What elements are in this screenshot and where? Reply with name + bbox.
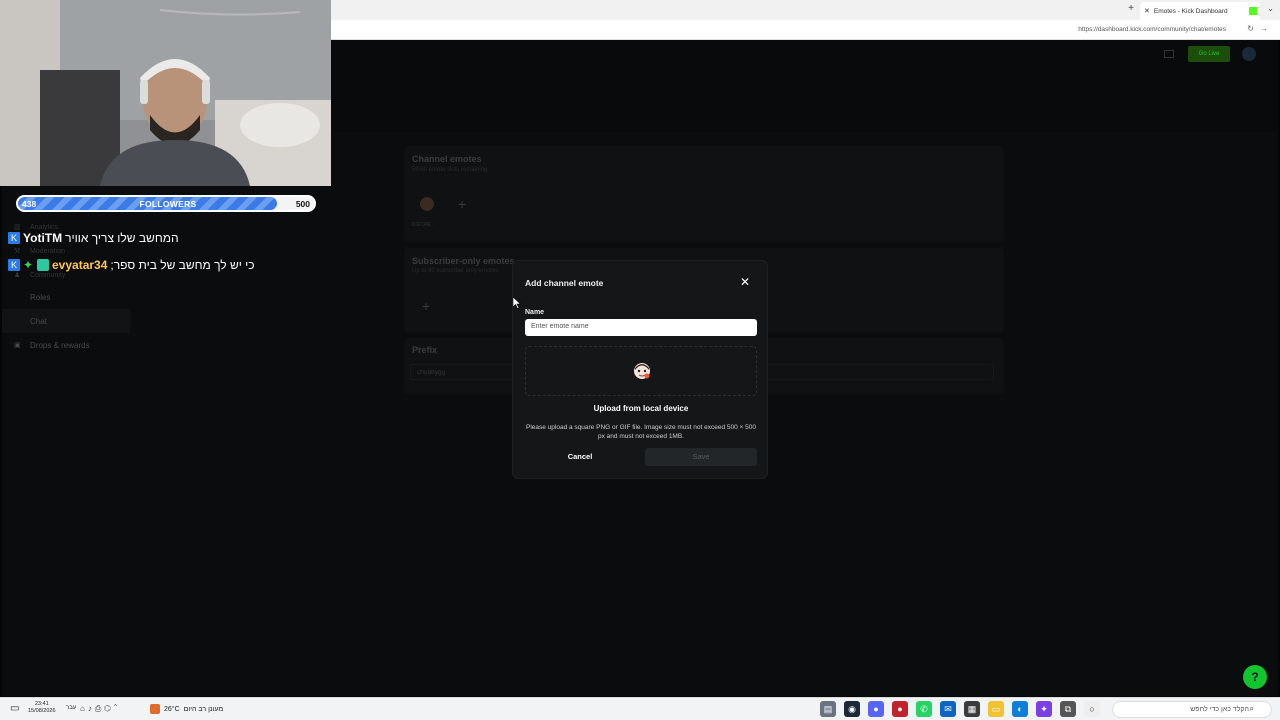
show-desktop-icon[interactable]: ▭ [10, 703, 19, 714]
add-emote-dialog: Add channel emote ✕ Name Enter emote nam… [512, 260, 768, 479]
sidebar-item-roles[interactable]: Roles [2, 285, 130, 309]
channel-emotes-title: Channel emotes [412, 154, 482, 164]
emote-preview-icon [634, 363, 650, 379]
upload-from-device-button[interactable]: Upload from local device [525, 400, 757, 417]
browser-tabbar: + ✕ Emotes - Kick Dashboard ⌄ [331, 0, 1280, 20]
chat-text: המחשב שלו צריך אוויר [65, 231, 179, 245]
steam-icon[interactable]: ◉ [844, 701, 860, 717]
name-label: Name [525, 309, 545, 316]
tab-menu-chevron-icon[interactable]: ⌄ [1267, 4, 1274, 13]
close-icon[interactable]: ✕ [740, 276, 750, 288]
weather-text: מעונן רב היום [183, 705, 224, 713]
chat-username: evyatar34 [52, 258, 108, 272]
webcam-feed [0, 0, 331, 186]
kick-badge-icon: K [8, 232, 20, 244]
task-view-icon[interactable]: ⧉ [1060, 701, 1076, 717]
moderation-icon: ⚒ [14, 248, 21, 255]
temperature: 26°C [164, 705, 180, 713]
weather-icon [150, 704, 160, 714]
sidebar-item-moderation[interactable]: ⚒ Moderation [2, 245, 130, 257]
edge-icon[interactable]: ◐ [1012, 701, 1028, 717]
followers-goal: 500 [295, 199, 310, 209]
close-tab-icon[interactable]: ✕ [1144, 7, 1150, 15]
whatsapp-icon[interactable]: ✆ [916, 701, 932, 717]
emote-thumbnail[interactable] [420, 197, 434, 211]
webcam-image [0, 0, 331, 186]
save-button[interactable]: Save [645, 448, 757, 466]
upload-help-text: Please upload a square PNG or GIF file. … [526, 424, 756, 440]
subscriber-badge-icon [37, 259, 49, 271]
system-tray-icons[interactable]: ⌂♪⎙⌬⌃ [80, 704, 120, 714]
chat-text: כי יש לך מחשב של בית ספר; [110, 258, 255, 272]
app-icon-copilot[interactable]: ✦ [1036, 701, 1052, 717]
new-tab-icon[interactable]: + [1128, 3, 1134, 14]
address-bar[interactable]: https://dashboard.kick.com/community/cha… [331, 20, 1280, 40]
chat-message: K YotiTM המחשב שלו צריך אוויר [8, 230, 179, 246]
app-icon-red[interactable]: ● [892, 701, 908, 717]
taskbar: ▭ 23:41 15/08/2026 עבר ⌂♪⎙⌬⌃ 26°C מעונן … [0, 697, 1280, 720]
go-live-button[interactable]: Go Live [1188, 46, 1230, 62]
gem-badge-icon: ✦ [23, 257, 34, 272]
screen: + ✕ Emotes - Kick Dashboard ⌄ https://da… [0, 0, 1280, 720]
taskbar-clock[interactable]: 23:41 15/08/2026 [28, 701, 56, 715]
add-channel-emote-icon[interactable]: + [458, 196, 466, 212]
gift-icon: ▣ [14, 342, 21, 349]
file-explorer-icon[interactable]: ▭ [988, 701, 1004, 717]
browser-tab[interactable]: ✕ Emotes - Kick Dashboard [1140, 2, 1260, 20]
emote-name-input[interactable]: Enter emote name [525, 319, 757, 336]
sidebar-item-drops[interactable]: ▣ Drops & rewards [2, 333, 130, 357]
upload-dropzone[interactable] [525, 346, 757, 396]
taskbar-search-input[interactable]: הקלד כאן כדי לחפש [1112, 701, 1272, 718]
kick-favicon-icon [1249, 7, 1257, 15]
prefix-title: Prefix [412, 345, 438, 355]
clock-date: 15/08/2026 [28, 708, 56, 714]
language-indicator[interactable]: עבר [66, 705, 76, 711]
dialog-title: Add channel emote [525, 278, 604, 288]
followers-label: FOLLOWERS [139, 199, 197, 209]
mail-icon[interactable]: ✉ [940, 701, 956, 717]
hdr-icon[interactable] [1164, 50, 1174, 58]
discord-icon[interactable]: ● [868, 701, 884, 717]
followers-goal-bar: 438 FOLLOWERS 500 [16, 195, 316, 212]
emote-caption: ICECRE... [412, 222, 436, 228]
cancel-button[interactable]: Cancel [525, 448, 635, 466]
avatar[interactable] [1242, 47, 1256, 61]
sidebar-item-chat[interactable]: Chat [2, 309, 130, 333]
store-icon[interactable]: ▦ [964, 701, 980, 717]
add-subscriber-emote-icon[interactable]: + [422, 298, 430, 314]
subscriber-emotes-subtitle: Up to 60 subscriber only emotes [412, 268, 499, 274]
clock-time: 23:41 [34, 701, 49, 707]
mouse-cursor-icon [513, 297, 521, 309]
subscriber-emotes-title: Subscriber-only emotes [412, 256, 515, 266]
channel-emotes-subtitle: 58/60 emote slots remaining [412, 167, 488, 173]
chat-username: YotiTM [23, 231, 63, 245]
kick-badge-icon: K [8, 259, 20, 271]
help-chat-button[interactable]: ? [1243, 665, 1267, 689]
cortana-icon[interactable]: ○ [1084, 701, 1100, 717]
reload-forward-icons[interactable]: ↻→ [1247, 24, 1274, 33]
channel-emotes-panel: Channel emotes 58/60 emote slots remaini… [404, 146, 1004, 242]
headset-icon: ? [1251, 670, 1259, 684]
weather-widget[interactable]: 26°C מעונן רב היום [150, 704, 223, 714]
url-text[interactable]: https://dashboard.kick.com/community/cha… [1078, 26, 1226, 33]
app-icon-files[interactable]: ▤ [820, 701, 836, 717]
search-icon: ⌕ [1249, 704, 1254, 713]
pinned-apps: ▤ ◉ ● ● ✆ ✉ ▦ ▭ ◐ ✦ ⧉ ○ [820, 701, 1100, 717]
chat-message: K ✦ evyatar34 כי יש לך מחשב של בית ספר; [8, 257, 255, 273]
tab-title: Emotes - Kick Dashboard [1153, 7, 1228, 15]
